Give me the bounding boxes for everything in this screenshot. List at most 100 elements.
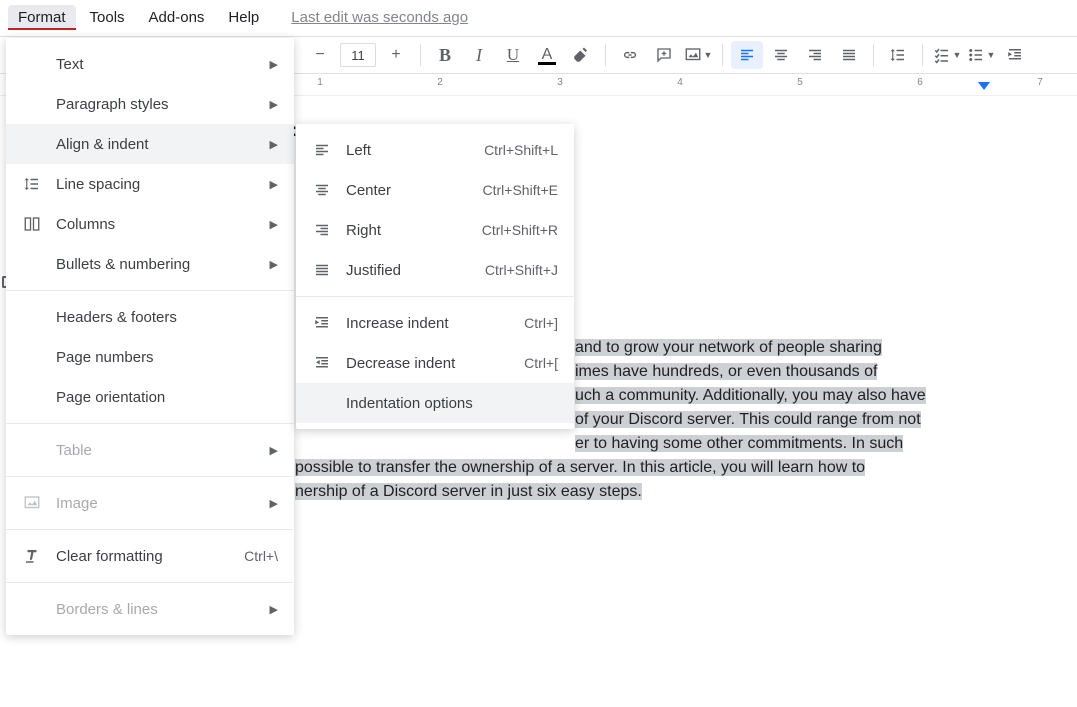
- menu-clear-formatting[interactable]: Clear formatting Ctrl+\: [6, 536, 294, 576]
- underline-button[interactable]: U: [497, 41, 529, 69]
- align-left-button[interactable]: [731, 41, 763, 69]
- menu-format[interactable]: Format: [8, 5, 76, 30]
- menu-paragraph-styles[interactable]: Paragraph styles ▶: [6, 84, 294, 124]
- menu-text[interactable]: Text ▶: [6, 44, 294, 84]
- shortcut-label: Ctrl+Shift+R: [482, 222, 558, 238]
- highlight-button[interactable]: [565, 41, 597, 69]
- bullet-list-icon: [967, 46, 985, 64]
- indent-increase-icon: [1006, 46, 1024, 64]
- align-right-button[interactable]: [799, 41, 831, 69]
- menu-addons[interactable]: Add-ons: [139, 5, 215, 30]
- font-size-decrease-button[interactable]: −: [304, 41, 336, 69]
- doc-line: er to having some other commitments. In …: [575, 435, 903, 452]
- submenu-align-center[interactable]: Center Ctrl+Shift+E: [296, 170, 574, 210]
- font-size-increase-button[interactable]: +: [380, 41, 412, 69]
- chevron-right-icon: ▶: [270, 138, 278, 151]
- align-right-icon: [806, 46, 824, 64]
- menu-columns[interactable]: Columns ▶: [6, 204, 294, 244]
- chevron-right-icon: ▶: [270, 258, 278, 271]
- image-icon: [684, 46, 702, 64]
- doc-line: nership of a Discord server in just six …: [295, 483, 642, 500]
- menu-borders-lines: Borders & lines ▶: [6, 589, 294, 629]
- align-indent-submenu: Left Ctrl+Shift+L Center Ctrl+Shift+E Ri…: [296, 124, 574, 429]
- menu-help[interactable]: Help: [218, 5, 269, 30]
- submenu-increase-indent[interactable]: Increase indent Ctrl+]: [296, 303, 574, 343]
- italic-button[interactable]: I: [463, 41, 495, 69]
- ruler-tick-1: 1: [317, 77, 323, 88]
- menu-align-indent[interactable]: Align & indent ▶: [6, 124, 294, 164]
- align-center-icon: [312, 181, 332, 199]
- chevron-right-icon: ▶: [270, 444, 278, 457]
- doc-line: and to grow your network of people shari…: [575, 339, 882, 356]
- indent-increase-button[interactable]: [999, 41, 1031, 69]
- align-left-icon: [738, 46, 756, 64]
- insert-link-button[interactable]: [614, 41, 646, 69]
- shortcut-label: Ctrl+Shift+L: [484, 142, 558, 158]
- last-edit-link[interactable]: Last edit was seconds ago: [291, 9, 468, 26]
- chevron-right-icon: ▶: [270, 58, 278, 71]
- line-spacing-icon: [889, 46, 907, 64]
- menu-line-spacing[interactable]: Line spacing ▶: [6, 164, 294, 204]
- checklist-icon: [933, 46, 951, 64]
- menu-bullets-numbering[interactable]: Bullets & numbering ▶: [6, 244, 294, 284]
- menu-page-orientation[interactable]: Page orientation: [6, 377, 294, 417]
- right-indent-marker[interactable]: [978, 82, 990, 90]
- indent-decrease-icon: [312, 354, 332, 372]
- chevron-right-icon: ▶: [270, 98, 278, 111]
- align-justify-icon: [312, 261, 332, 279]
- ruler-tick-4: 4: [677, 77, 683, 88]
- insert-image-button[interactable]: ▼: [682, 41, 714, 69]
- align-center-button[interactable]: [765, 41, 797, 69]
- menu-tools[interactable]: Tools: [80, 5, 135, 30]
- columns-icon: [22, 215, 42, 233]
- doc-line: uch a community. Additionally, you may a…: [575, 387, 926, 404]
- doc-line: possible to transfer the ownership of a …: [295, 459, 865, 476]
- link-icon: [621, 46, 639, 64]
- text-color-button[interactable]: A: [531, 41, 563, 69]
- align-center-icon: [772, 46, 790, 64]
- submenu-indentation-options[interactable]: Indentation options: [296, 383, 574, 423]
- menu-headers-footers[interactable]: Headers & footers: [6, 297, 294, 337]
- submenu-align-justified[interactable]: Justified Ctrl+Shift+J: [296, 250, 574, 290]
- shortcut-label: Ctrl+[: [524, 355, 558, 371]
- menu-separator: [296, 296, 574, 297]
- ruler-tick-3: 3: [557, 77, 563, 88]
- font-size-input[interactable]: 11: [340, 43, 376, 67]
- menu-separator: [6, 423, 294, 424]
- image-icon: [22, 494, 42, 512]
- shortcut-label: Ctrl+]: [524, 315, 558, 331]
- submenu-align-right[interactable]: Right Ctrl+Shift+R: [296, 210, 574, 250]
- align-justify-icon: [840, 46, 858, 64]
- ruler-tick-2: 2: [437, 77, 443, 88]
- chevron-right-icon: ▶: [270, 603, 278, 616]
- line-spacing-icon: [22, 175, 42, 193]
- ruler-tick-6: 6: [917, 77, 923, 88]
- chevron-right-icon: ▶: [270, 218, 278, 231]
- bold-button[interactable]: B: [429, 41, 461, 69]
- shortcut-label: Ctrl+Shift+J: [485, 262, 558, 278]
- menu-separator: [6, 529, 294, 530]
- align-left-icon: [312, 141, 332, 159]
- align-justify-button[interactable]: [833, 41, 865, 69]
- menu-page-numbers[interactable]: Page numbers: [6, 337, 294, 377]
- menubar: Format Tools Add-ons Help Last edit was …: [0, 0, 1077, 36]
- menu-separator: [6, 476, 294, 477]
- menu-separator: [6, 290, 294, 291]
- menu-image: Image ▶: [6, 483, 294, 523]
- line-spacing-button[interactable]: [882, 41, 914, 69]
- align-right-icon: [312, 221, 332, 239]
- submenu-decrease-indent[interactable]: Decrease indent Ctrl+[: [296, 343, 574, 383]
- insert-comment-button[interactable]: [648, 41, 680, 69]
- ruler-tick-7: 7: [1037, 77, 1043, 88]
- chevron-right-icon: ▶: [270, 178, 278, 191]
- chevron-right-icon: ▶: [270, 497, 278, 510]
- shortcut-label: Ctrl+\: [244, 548, 278, 564]
- clear-formatting-icon: [22, 547, 42, 565]
- submenu-align-left[interactable]: Left Ctrl+Shift+L: [296, 130, 574, 170]
- menu-table: Table ▶: [6, 430, 294, 470]
- format-dropdown: Text ▶ Paragraph styles ▶ Align & indent…: [6, 38, 294, 635]
- doc-line: of your Discord server. This could range…: [575, 411, 921, 428]
- indent-increase-icon: [312, 314, 332, 332]
- checklist-button[interactable]: ▼: [931, 41, 963, 69]
- bulleted-list-button[interactable]: ▼: [965, 41, 997, 69]
